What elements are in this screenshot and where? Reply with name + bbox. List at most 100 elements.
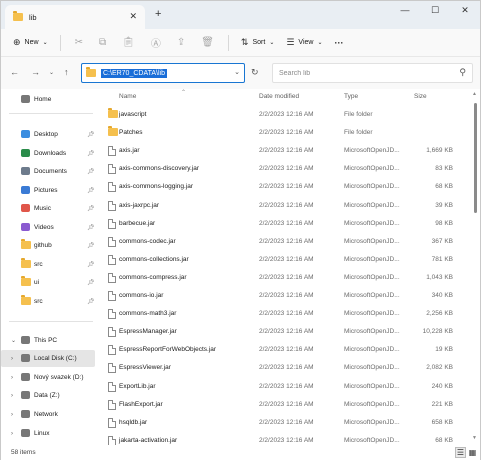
- delete-icon[interactable]: 🗑︎: [193, 37, 222, 48]
- vertical-scrollbar[interactable]: ▲ ▼: [472, 91, 478, 443]
- chevron-right-icon[interactable]: ›: [11, 393, 13, 399]
- sidebar-item-network[interactable]: › Network: [1, 406, 95, 423]
- new-button[interactable]: ⊕ New ⌄: [7, 33, 54, 53]
- close-window-button[interactable]: ✕: [450, 5, 480, 16]
- file-row[interactable]: EspressManager.jar 2/2/2023 12:16 AM Micro…: [101, 323, 471, 341]
- file-row[interactable]: ExportLib.jar 2/2/2023 12:16 AM MicrosoftO…: [101, 378, 471, 396]
- pin-icon: 📌︎: [87, 169, 95, 175]
- file-row[interactable]: commons-math3.jar 2/2/2023 12:16 AM Micros…: [101, 305, 471, 323]
- sidebar-item-label: Data (Z:): [34, 392, 60, 399]
- view-button[interactable]: ☰ View ⌄: [280, 33, 328, 53]
- chevron-down-icon[interactable]: ⌄: [234, 68, 240, 76]
- videos-icon: [21, 222, 30, 231]
- file-row[interactable]: EspressReportForWebObjects.jar 2/2/2023 1…: [101, 341, 471, 359]
- search-icon[interactable]: ⚲: [459, 67, 466, 78]
- tiles-view-button[interactable]: ▦: [467, 447, 478, 458]
- chevron-down-icon: ⌄: [42, 40, 48, 46]
- close-tab-icon[interactable]: ✕: [129, 11, 137, 22]
- scroll-up-icon[interactable]: ▲: [472, 91, 477, 97]
- sidebar-item-linux[interactable]: › Linux: [1, 425, 95, 442]
- file-date: 2/2/2023 12:16 AM: [259, 273, 314, 281]
- file-size: 83 KB: [435, 165, 453, 173]
- file-row[interactable]: commons-codec.jar 2/2/2023 12:16 AM Micros…: [101, 233, 471, 251]
- more-options-button[interactable]: ···: [329, 33, 350, 53]
- file-row[interactable]: EspressViewer.jar 2/2/2023 12:16 AM Micros…: [101, 359, 471, 377]
- column-header-name[interactable]: Name: [119, 93, 136, 100]
- file-row[interactable]: Patches 2/2/2023 12:16 AM File folder: [101, 124, 471, 142]
- search-input[interactable]: [273, 64, 443, 82]
- column-header-type[interactable]: Type: [344, 93, 358, 100]
- sidebar-item-ui[interactable]: ui 📌︎: [1, 274, 95, 291]
- minimize-button[interactable]: —: [390, 5, 420, 15]
- chevron-right-icon[interactable]: ›: [11, 412, 13, 418]
- sidebar-item-music[interactable]: Music 📌︎: [1, 200, 95, 217]
- sidebar-item-local-disk[interactable]: › Local Disk (C:): [1, 350, 95, 367]
- file-row[interactable]: axis-commons-discovery.jar 2/2/2023 12:16…: [101, 160, 471, 178]
- file-type: MicrosoftOpenJD...: [344, 183, 400, 191]
- chevron-right-icon[interactable]: ›: [11, 431, 13, 437]
- chevron-down-icon: ⌄: [269, 40, 275, 46]
- file-size: 340 KB: [431, 292, 453, 299]
- details-view-button[interactable]: ☰: [455, 447, 466, 458]
- file-row[interactable]: axis-jaxrpc.jar 2/2/2023 12:16 AM Microsof…: [101, 197, 471, 215]
- file-row[interactable]: commons-compress.jar 2/2/2023 12:16 AM Mic…: [101, 269, 471, 287]
- sort-button[interactable]: ⇅ Sort ⌄: [235, 33, 280, 53]
- new-tab-button[interactable]: +: [155, 8, 161, 20]
- scrollbar-thumb[interactable]: [474, 103, 477, 213]
- chevron-down-icon[interactable]: ⌄: [11, 337, 16, 344]
- sidebar-item-src[interactable]: src 📌︎: [1, 293, 95, 310]
- address-path[interactable]: C:\ER70_CDATA\lib: [101, 68, 167, 78]
- paste-icon[interactable]: 📋︎: [114, 37, 143, 48]
- sidebar-item-this-pc[interactable]: ⌄ This PC: [1, 332, 95, 349]
- file-row[interactable]: axis-commons-logging.jar 2/2/2023 12:16 A…: [101, 178, 471, 196]
- file-type: File folder: [344, 111, 373, 118]
- file-name: Patches: [119, 129, 143, 137]
- file-date: 2/2/2023 12:16 AM: [259, 111, 314, 118]
- file-date: 2/2/2023 12:16 AM: [259, 237, 314, 245]
- chevron-right-icon[interactable]: ›: [11, 356, 13, 362]
- forward-arrow-icon[interactable]: →: [31, 67, 40, 77]
- pin-icon: 📌︎: [87, 132, 95, 138]
- refresh-icon[interactable]: ↻: [251, 67, 259, 78]
- maximize-button[interactable]: ☐: [420, 5, 450, 16]
- column-header-size[interactable]: Size: [414, 93, 427, 100]
- file-row[interactable]: commons-io.jar 2/2/2023 12:16 AM Microsoft…: [101, 287, 471, 305]
- history-chevron-icon[interactable]: ⌄: [49, 69, 54, 76]
- tab-lib[interactable]: lib ✕: [5, 5, 145, 29]
- view-icon: ☰: [286, 37, 295, 47]
- copy-icon[interactable]: ⧉: [91, 37, 114, 48]
- sidebar-item-desktop[interactable]: Desktop 📌︎: [1, 126, 95, 143]
- column-header-date[interactable]: Date modified: [259, 93, 299, 100]
- sidebar-item-home[interactable]: Home: [1, 91, 95, 108]
- file-row[interactable]: commons-collections.jar 2/2/2023 12:16 AM…: [101, 251, 471, 269]
- file-date: 2/2/2023 12:16 AM: [259, 201, 314, 209]
- cut-icon[interactable]: ✂: [67, 37, 91, 48]
- sidebar-item-data[interactable]: › Data (Z:): [1, 387, 95, 404]
- file-row[interactable]: FlashExport.jar 2/2/2023 12:16 AM Microsof…: [101, 396, 471, 414]
- file-type: MicrosoftOpenJD...: [344, 418, 400, 426]
- pin-icon: 📌︎: [87, 261, 95, 268]
- sidebar-item-videos[interactable]: Videos 📌︎: [1, 219, 95, 236]
- scroll-down-icon[interactable]: ▼: [472, 435, 477, 441]
- sidebar-item-src[interactable]: src 📌︎: [1, 256, 95, 273]
- tab-title: lib: [29, 12, 37, 22]
- back-arrow-icon[interactable]: ←: [10, 67, 19, 77]
- rename-icon[interactable]: Ⓐ: [143, 35, 169, 50]
- file-type: MicrosoftOpenJD...: [344, 237, 400, 245]
- sidebar-item-pictures[interactable]: Pictures 📌︎: [1, 182, 95, 199]
- file-name: axis-commons-discovery.jar: [119, 165, 200, 173]
- jar-file-icon: [108, 345, 116, 356]
- file-row[interactable]: axis.jar 2/2/2023 12:16 AM MicrosoftOpenJD…: [101, 142, 471, 160]
- sidebar-item-documents[interactable]: Documents 📌︎: [1, 163, 95, 180]
- share-icon[interactable]: ⇪: [169, 37, 193, 48]
- sidebar-item-novy-svazek[interactable]: › Nový svazek (D:): [1, 369, 95, 386]
- chevron-right-icon[interactable]: ›: [11, 375, 13, 381]
- sidebar-item-downloads[interactable]: Downloads 📌︎: [1, 145, 95, 162]
- search-box[interactable]: ⚲: [272, 63, 473, 83]
- up-arrow-icon[interactable]: ↑: [64, 67, 69, 77]
- file-row[interactable]: barbecue.jar 2/2/2023 12:16 AM MicrosoftOp…: [101, 215, 471, 233]
- file-row[interactable]: hsqldb.jar 2/2/2023 12:16 AM MicrosoftOpen…: [101, 414, 471, 432]
- sidebar-item-github[interactable]: github 📌︎: [1, 237, 95, 254]
- file-row[interactable]: javascript 2/2/2023 12:16 AM File folder: [101, 106, 471, 124]
- address-bar[interactable]: C:\ER70_CDATA\lib ⌄: [81, 63, 245, 83]
